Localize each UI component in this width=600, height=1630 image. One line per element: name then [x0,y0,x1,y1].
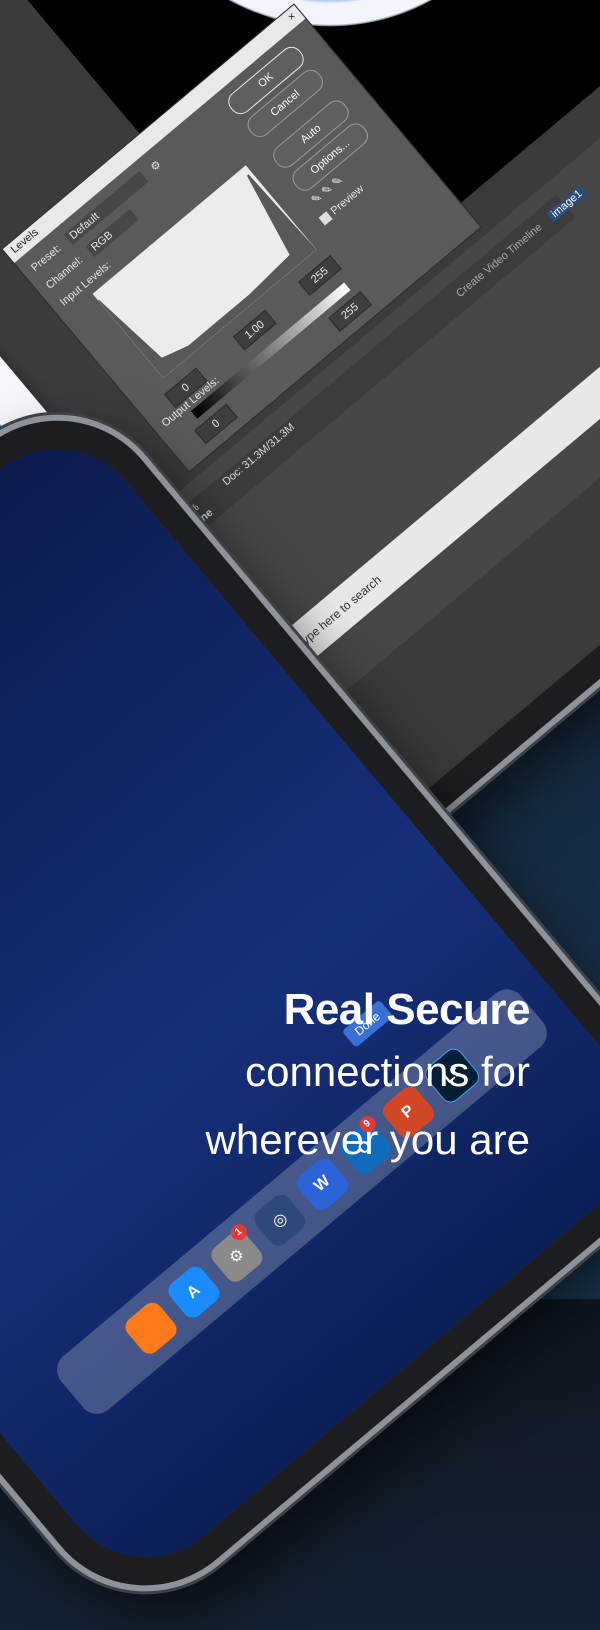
settings-badge: 1 [227,1220,251,1244]
cinema4d-icon[interactable]: ◎ [250,1190,310,1250]
gear-icon[interactable]: ⚙ [148,158,163,174]
firefox-icon[interactable] [121,1298,181,1358]
checkbox-icon [318,211,333,226]
settings-icon[interactable]: ⚙ 1 [207,1220,267,1286]
levels-title: Levels [8,226,41,256]
close-icon[interactable]: × [286,10,300,25]
headline-line1: connections for [245,1048,530,1095]
headline: Real Secure connections for wherever you… [206,985,531,1171]
headline-line2: wherever you are [205,1116,531,1163]
app-store-icon[interactable]: A [164,1262,224,1322]
headline-bold: Real Secure [283,985,531,1034]
